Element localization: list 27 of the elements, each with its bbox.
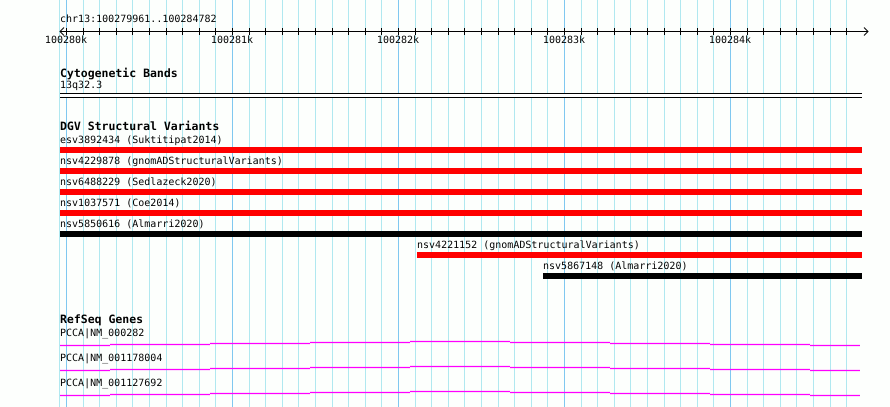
- ruler-tick-label: 100280k: [44, 35, 88, 47]
- variant-bar[interactable]: [60, 231, 862, 237]
- variant-bar[interactable]: [543, 273, 862, 279]
- variant-label: nsv6488229 (Sedlazeck2020): [60, 177, 217, 188]
- variant-label: nsv4221152 (gnomADStructuralVariants): [417, 240, 640, 251]
- track-title: Cytogenetic Bands: [60, 67, 178, 80]
- location-label: chr13:100279961..100284782: [60, 14, 217, 26]
- gene-label: PCCA|NM_001178004: [60, 353, 162, 364]
- variant-label: esv3892434 (Suktitipat2014): [60, 135, 223, 146]
- variant-label: nsv5867148 (Almarri2020): [543, 261, 688, 272]
- band-label: 13q32.3: [60, 80, 102, 91]
- ruler-tick-label: 100283k: [542, 35, 586, 47]
- variant-bar[interactable]: [417, 252, 862, 258]
- track-title: DGV Structural Variants: [60, 120, 220, 133]
- variant-bar[interactable]: [60, 147, 862, 153]
- variant-bar[interactable]: [60, 168, 862, 174]
- variant-label: nsv5850616 (Almarri2020): [60, 219, 204, 230]
- ruler-tick-label: 100284k: [708, 35, 752, 47]
- variant-bar[interactable]: [60, 189, 862, 195]
- gene-label: PCCA|NM_001127692: [60, 378, 162, 389]
- track-title: RefSeq Genes: [60, 313, 144, 326]
- variant-bar[interactable]: [60, 210, 862, 216]
- gene-label: PCCA|NM_000282: [60, 328, 144, 339]
- variant-label: nsv1037571 (Coe2014): [60, 198, 180, 209]
- ruler-tick-label: 100282k: [376, 35, 420, 47]
- ruler-tick-label: 100281k: [210, 35, 254, 47]
- variant-label: nsv4229878 (gnomADStructuralVariants): [60, 156, 283, 167]
